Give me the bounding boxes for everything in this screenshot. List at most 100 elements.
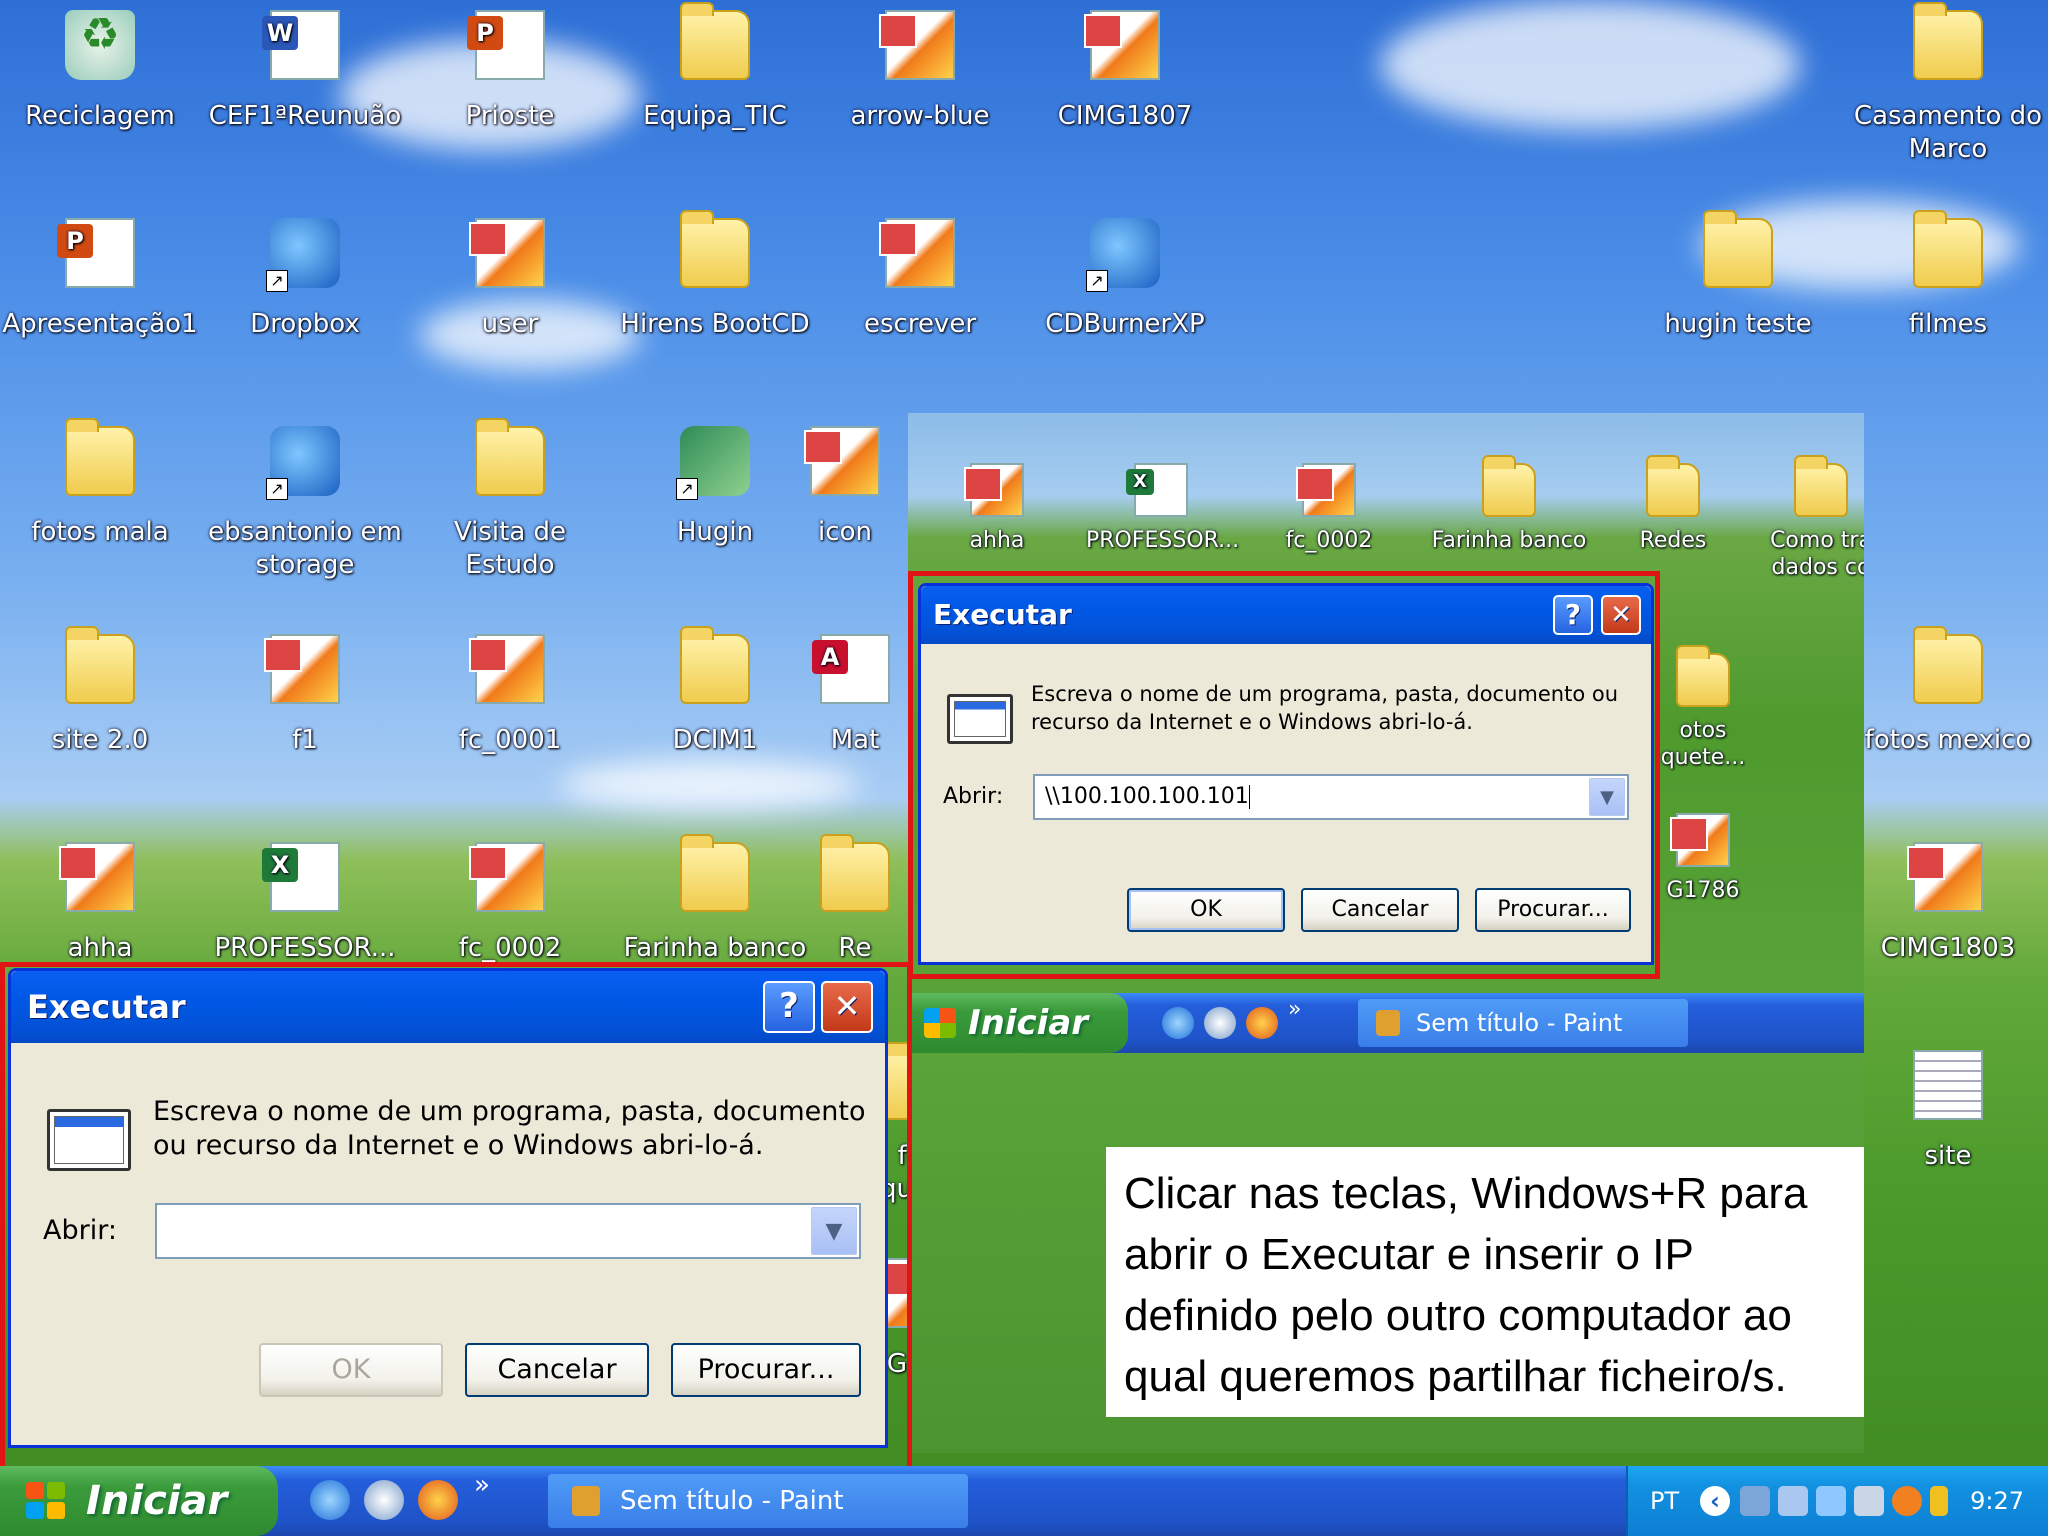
- update-icon[interactable]: [1892, 1486, 1922, 1516]
- language-indicator[interactable]: PT: [1650, 1466, 1679, 1536]
- desktop-icon-re[interactable]: Re: [805, 834, 905, 965]
- desktop-icon-site-2-0[interactable]: site 2.0: [0, 626, 200, 757]
- outlook-icon[interactable]: [364, 1480, 404, 1520]
- cancel-button[interactable]: Cancelar: [465, 1343, 649, 1397]
- folder-icon: [680, 2, 750, 80]
- start-button[interactable]: Iniciar: [0, 1466, 278, 1536]
- close-button[interactable]: ✕: [821, 981, 873, 1033]
- folder-icon: [1482, 455, 1536, 517]
- desktop-icon-fotos-mala[interactable]: fotos mala: [0, 418, 200, 549]
- inset-icon-farinha-banco[interactable]: Farinha banco: [1424, 455, 1594, 554]
- desktop-icon-ebsantonio-storage[interactable]: ebsantonio em storage: [205, 426, 405, 582]
- firefox-icon[interactable]: [418, 1480, 458, 1520]
- pdf-document-icon: A: [812, 634, 890, 704]
- inset-start-label: Iniciar: [968, 1003, 1089, 1043]
- desktop-icon-hugin-teste[interactable]: hugin teste: [1638, 210, 1838, 341]
- network-disconnected-icon[interactable]: [1778, 1486, 1808, 1516]
- ok-button[interactable]: OK: [259, 1343, 443, 1397]
- open-input-value[interactable]: \\100.100.100.101: [1045, 784, 1249, 809]
- windows-logo-icon: [924, 1008, 956, 1038]
- desktop-icon-site[interactable]: site: [1848, 1050, 2048, 1173]
- icon-label: hugin teste: [1664, 309, 1812, 339]
- desktop-icon-mat[interactable]: A Mat: [805, 634, 905, 757]
- desktop-icon-user[interactable]: user: [410, 218, 610, 341]
- ok-button[interactable]: OK: [1127, 888, 1285, 932]
- inset-icon-g1786[interactable]: G1786: [1648, 813, 1758, 904]
- desktop-icon-fotos-mexico[interactable]: fotos mexico: [1848, 626, 2048, 757]
- inset-icon-como-tra-dados[interactable]: Como tra dados co: [1766, 455, 1864, 581]
- overflow-chevron-icon[interactable]: »: [1288, 997, 1301, 1022]
- desktop-icon-casamento-do-marco[interactable]: Casamento do Marco: [1848, 2, 2048, 166]
- inset-icon-redes[interactable]: Redes: [1598, 455, 1748, 554]
- inset-icon-fotos-quete[interactable]: otos quete...: [1648, 645, 1758, 771]
- desktop-icon-escrever[interactable]: escrever: [820, 218, 1020, 341]
- inset-start-button[interactable]: Iniciar: [908, 993, 1128, 1053]
- cancel-button[interactable]: Cancelar: [1301, 888, 1459, 932]
- dialog-title: Executar: [933, 598, 1072, 631]
- desktop-icon-farinha-banco[interactable]: Farinha banco: [615, 834, 815, 965]
- help-button[interactable]: ?: [1553, 595, 1593, 635]
- ie-icon[interactable]: [1162, 1007, 1194, 1039]
- network-icon[interactable]: [1740, 1486, 1770, 1516]
- ie-icon[interactable]: [310, 1480, 350, 1520]
- icon-label: escrever: [863, 309, 977, 339]
- dropdown-arrow-icon[interactable]: ▼: [1589, 778, 1625, 816]
- desktop-icon-cdburnerxp[interactable]: CDBurnerXP: [1025, 218, 1225, 341]
- image-file-icon: [264, 634, 340, 704]
- desktop-icon-filmes[interactable]: filmes: [1848, 210, 2048, 341]
- clock[interactable]: 9:27: [1970, 1466, 2024, 1536]
- desktop-icon-reciclagem[interactable]: Reciclagem: [0, 10, 200, 133]
- powerpoint-document-icon: P: [467, 10, 545, 80]
- inset-icon-fc-0002[interactable]: fc_0002: [1254, 463, 1404, 554]
- desktop-icon-cimg1807[interactable]: CIMG1807: [1025, 10, 1225, 133]
- desktop-icon-icon[interactable]: icon: [785, 426, 905, 549]
- desktop-icon-professor[interactable]: X PROFESSOR...: [205, 842, 405, 965]
- desktop-icon-arrow-blue[interactable]: arrow-blue: [820, 10, 1020, 133]
- desktop-icon-hirens-bootcd[interactable]: Hirens BootCD: [615, 210, 815, 341]
- desktop-icon-visita-de-estudo[interactable]: Visita de Estudo: [410, 418, 610, 582]
- desktop-icon-f1[interactable]: f1: [205, 634, 405, 757]
- desktop-icon-fc-0002[interactable]: fc_0002: [410, 842, 610, 965]
- open-combobox[interactable]: \\100.100.100.101 ▼: [1033, 774, 1629, 820]
- desktop-icon-equipa-tic[interactable]: Equipa_TIC: [615, 2, 815, 133]
- inset-run-dialog: Executar ? ✕ Escreva o nome de um progra…: [918, 583, 1654, 965]
- desktop-icon-cef1-reuniao[interactable]: W CEF1ªReunuão: [205, 10, 405, 133]
- close-button[interactable]: ✕: [1601, 595, 1641, 635]
- desktop-icon-prioste[interactable]: P Prioste: [410, 10, 610, 133]
- inset-icon-ahha[interactable]: ahha: [922, 463, 1072, 554]
- overflow-chevron-icon[interactable]: »: [474, 1470, 490, 1500]
- folder-icon: [1913, 2, 1983, 80]
- task-paint[interactable]: Sem título - Paint: [548, 1474, 968, 1528]
- desktop-icon-dropbox[interactable]: Dropbox: [205, 218, 405, 341]
- open-combobox[interactable]: ▼: [155, 1203, 861, 1259]
- icon-label: Equipa_TIC: [643, 101, 787, 131]
- tray-expand-icon[interactable]: ‹: [1700, 1486, 1730, 1516]
- icon-label: arrow-blue: [850, 101, 990, 131]
- desktop-icon-ahha[interactable]: ahha: [0, 842, 200, 965]
- inset-dialog-titlebar: Executar ? ✕: [921, 586, 1651, 644]
- desktop-icon-dcim1[interactable]: DCIM1: [615, 626, 815, 757]
- close-icon: ✕: [833, 987, 861, 1025]
- icon-label: user: [481, 309, 539, 339]
- browse-button[interactable]: Procurar...: [1475, 888, 1631, 932]
- folder-icon: [1676, 645, 1730, 707]
- display-icon[interactable]: [1854, 1486, 1884, 1516]
- inset-icon-professor[interactable]: X PROFESSOR...: [1086, 463, 1239, 554]
- icon-label: Farinha banco: [623, 933, 807, 963]
- inset-task-paint[interactable]: Sem título - Paint: [1358, 999, 1688, 1047]
- desktop-icon-apresentacao1[interactable]: P Apresentação1: [0, 218, 200, 341]
- desktop-icon-fc-0001[interactable]: fc_0001: [410, 634, 610, 757]
- outlook-icon[interactable]: [1204, 1007, 1236, 1039]
- desktop-icon-cimg1803[interactable]: CIMG1803: [1848, 842, 2048, 965]
- notepad-document-icon: [1913, 1050, 1983, 1120]
- system-tray: PT ‹ 9:27: [1626, 1466, 2048, 1536]
- browse-button[interactable]: Procurar...: [671, 1343, 861, 1397]
- start-label: Iniciar: [86, 1478, 228, 1524]
- dialog-prompt: Escreva o nome de um programa, pasta, do…: [1031, 682, 1619, 734]
- dropbox-tray-icon[interactable]: [1816, 1486, 1846, 1516]
- firefox-icon[interactable]: [1246, 1007, 1278, 1039]
- dropdown-arrow-icon[interactable]: ▼: [811, 1207, 857, 1255]
- help-button[interactable]: ?: [763, 981, 815, 1033]
- icon-label: DCIM1: [672, 725, 758, 755]
- antivirus-icon[interactable]: [1930, 1486, 1948, 1516]
